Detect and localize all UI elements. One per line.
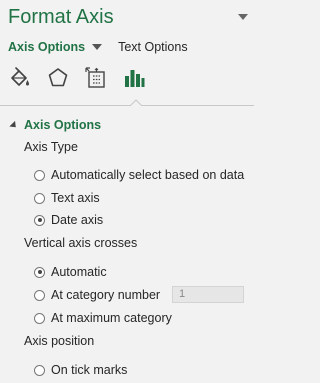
radio-label: At category number bbox=[51, 288, 161, 302]
pane-options-dropdown-icon[interactable] bbox=[238, 14, 248, 20]
text-options-tab[interactable]: Text Options bbox=[118, 40, 187, 54]
radio-label: At maximum category bbox=[51, 311, 172, 325]
effects-pentagon-icon bbox=[48, 68, 68, 87]
pane-title: Format Axis bbox=[8, 6, 114, 28]
radio-date-axis[interactable]: Date axis bbox=[34, 212, 103, 228]
radio-button[interactable] bbox=[34, 289, 45, 301]
radio-label: Date axis bbox=[51, 213, 104, 227]
radio-at-category-number[interactable]: At category number bbox=[34, 287, 160, 303]
category-icon-row bbox=[6, 64, 158, 94]
size-properties-icon bbox=[85, 67, 105, 88]
format-axis-pane: Format Axis Axis Options Text Options Ax… bbox=[0, 0, 254, 383]
radio-label: Automatic bbox=[51, 265, 107, 279]
axis-options-button[interactable] bbox=[120, 64, 148, 92]
fill-line-button[interactable] bbox=[6, 64, 34, 92]
effects-button[interactable] bbox=[44, 64, 72, 92]
options-tab-row: Axis Options Text Options bbox=[8, 38, 188, 56]
radio-button[interactable] bbox=[34, 192, 45, 204]
radio-label: On tick marks bbox=[51, 363, 128, 377]
radio-on-tick-marks[interactable]: On tick marks bbox=[34, 362, 127, 378]
axis-options-section-header[interactable]: Axis Options bbox=[9, 118, 102, 132]
section-title: Axis Options bbox=[24, 118, 102, 132]
radio-label: Text axis bbox=[51, 191, 100, 205]
selected-tab-caret-icon bbox=[130, 99, 142, 106]
axis-options-dropdown-icon[interactable] bbox=[92, 44, 103, 50]
radio-button[interactable] bbox=[34, 169, 45, 181]
axis-options-tab[interactable]: Axis Options bbox=[8, 40, 85, 54]
axis-type-label: Axis Type bbox=[24, 140, 78, 154]
radio-button[interactable] bbox=[34, 364, 45, 376]
radio-automatic[interactable]: Automatic bbox=[34, 264, 107, 280]
category-number-input[interactable]: 1 bbox=[172, 286, 244, 303]
vertical-axis-crosses-label: Vertical axis crosses bbox=[24, 236, 138, 250]
radio-button[interactable] bbox=[34, 312, 45, 324]
radio-button-selected[interactable] bbox=[34, 266, 45, 278]
radio-at-maximum-category[interactable]: At maximum category bbox=[34, 310, 172, 326]
axis-options-chart-icon bbox=[125, 70, 145, 87]
fill-line-icon bbox=[11, 67, 29, 86]
axis-position-label: Axis position bbox=[24, 334, 95, 348]
radio-label: Automatically select based on data bbox=[51, 168, 245, 182]
radio-auto-select[interactable]: Automatically select based on data bbox=[34, 167, 244, 183]
radio-text-axis[interactable]: Text axis bbox=[34, 190, 100, 206]
size-properties-button[interactable] bbox=[82, 64, 110, 92]
tab-separator-line bbox=[0, 105, 254, 106]
collapse-triangle-icon[interactable] bbox=[9, 120, 19, 130]
radio-button-selected[interactable] bbox=[34, 214, 45, 226]
